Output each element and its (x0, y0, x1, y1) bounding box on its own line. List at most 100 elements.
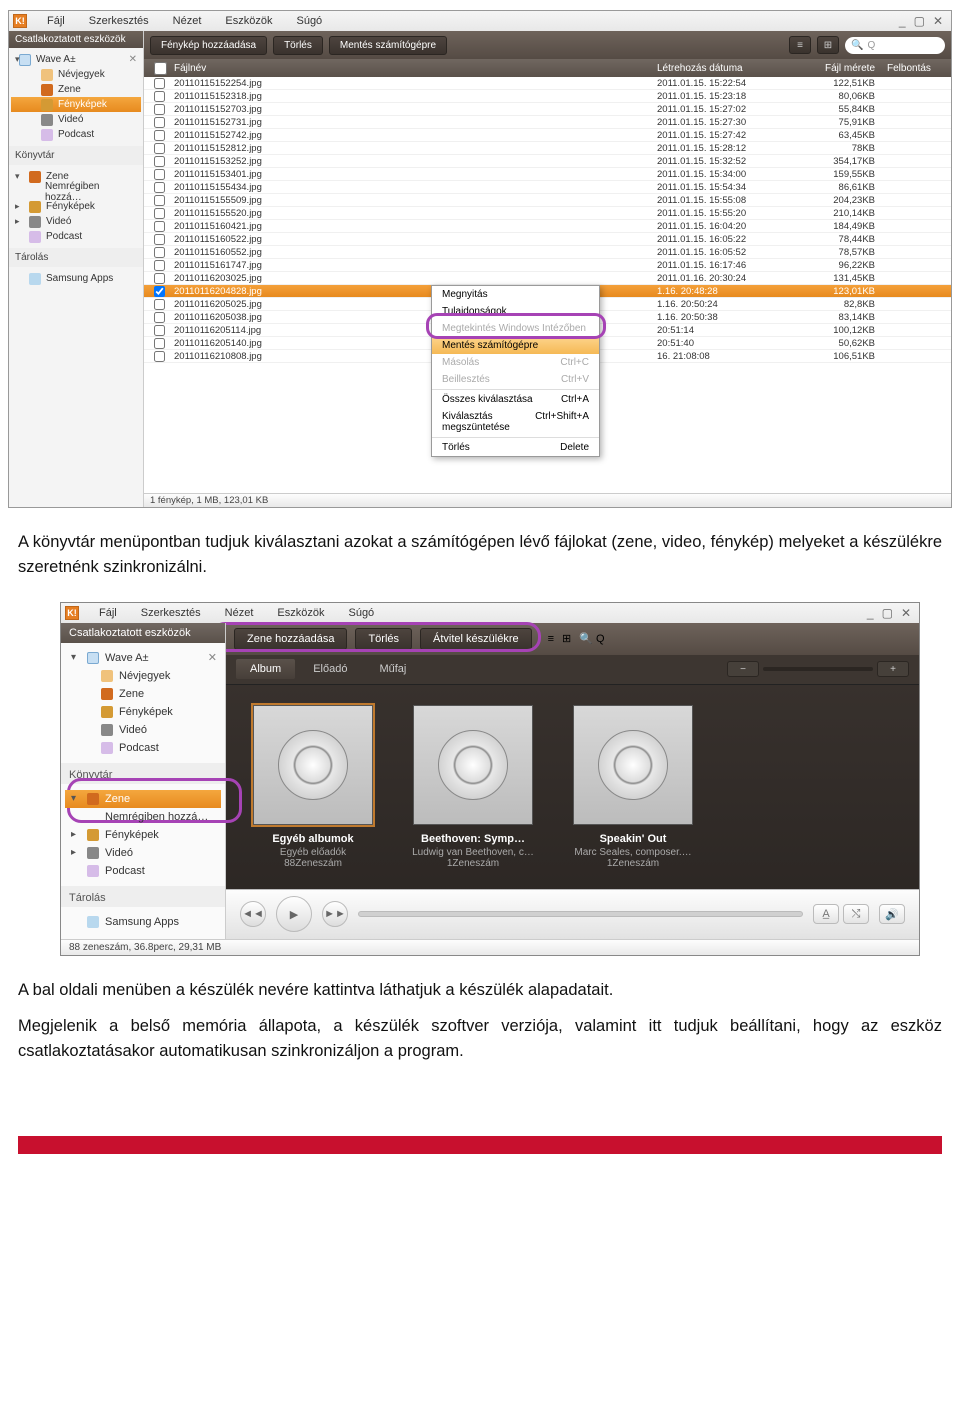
view-list-icon[interactable]: ≡ (789, 36, 811, 54)
next-button[interactable]: ►► (322, 901, 348, 927)
repeat-button[interactable]: A̲ (813, 904, 839, 924)
tab-genre[interactable]: Műfaj (365, 659, 420, 679)
table-row[interactable]: 20110115160421.jpg2011.01.15. 16:04:2018… (144, 220, 951, 233)
album-item[interactable]: Beethoven: Symp…Ludwig van Beethoven, c…… (408, 705, 538, 869)
library-item[interactable]: Nemrégiben hozzá… (65, 808, 221, 826)
context-menu-item[interactable]: Kiválasztás megszüntetéseCtrl+Shift+A (432, 408, 599, 436)
volume-button[interactable]: 🔊 (879, 904, 905, 924)
table-row[interactable]: 20110115161747.jpg2011.01.15. 16:17:4696… (144, 259, 951, 272)
menu-file[interactable]: Fájl (35, 13, 77, 29)
add-music-button[interactable]: Zene hozzáadása (234, 628, 347, 650)
sidebar-item-music[interactable]: Zene (11, 82, 141, 97)
library-item[interactable]: Nemrégiben hozzá… (11, 184, 141, 199)
table-row[interactable]: 20110115152254.jpg2011.01.15. 15:22:5412… (144, 77, 951, 90)
sidebar-item-podcast[interactable]: Podcast (65, 739, 221, 757)
delete-button[interactable]: Törlés (355, 628, 412, 650)
sidebar-item-contacts[interactable]: Névjegyek (11, 67, 141, 82)
table-row[interactable]: 20110115153252.jpg2011.01.15. 15:32:5235… (144, 155, 951, 168)
library-item[interactable]: Podcast (65, 862, 221, 880)
sidebar-item-contacts[interactable]: Névjegyek (65, 667, 221, 685)
play-button[interactable]: ▶ (276, 896, 312, 932)
context-menu-item[interactable]: TörlésDelete (432, 439, 599, 456)
tab-artist[interactable]: Előadó (299, 659, 361, 679)
search-input[interactable]: 🔍 Q (579, 632, 604, 645)
table-row[interactable]: 20110115152318.jpg2011.01.15. 15:23:1880… (144, 90, 951, 103)
table-row[interactable]: 20110115155520.jpg2011.01.15. 15:55:2021… (144, 207, 951, 220)
view-grid-icon[interactable]: ⊞ (562, 632, 571, 645)
storage-item[interactable]: Samsung Apps (65, 913, 221, 931)
col-date[interactable]: Létrehozás dátuma (651, 62, 811, 75)
album-cover[interactable] (253, 705, 373, 825)
minimize-icon[interactable]: _ (867, 606, 874, 620)
library-item[interactable]: ▸Fényképek (11, 199, 141, 214)
library-item[interactable]: ▾Zene (65, 790, 221, 808)
table-row[interactable]: 20110115152703.jpg2011.01.15. 15:27:0255… (144, 103, 951, 116)
prev-button[interactable]: ◄◄ (240, 901, 266, 927)
device-name[interactable]: Wave A± (105, 652, 149, 664)
delete-button[interactable]: Törlés (273, 36, 323, 55)
zoom-out-button[interactable]: − (727, 661, 759, 677)
menu-view[interactable]: Nézet (213, 605, 266, 621)
menu-help[interactable]: Súgó (336, 605, 386, 621)
save-to-pc-button[interactable]: Mentés számítógépre (329, 36, 447, 55)
device-name[interactable]: Wave A± (36, 54, 76, 65)
context-menu-item[interactable]: Összes kiválasztásaCtrl+A (432, 391, 599, 408)
row-checkbox[interactable] (154, 351, 165, 362)
view-list-icon[interactable]: ≡ (548, 633, 554, 645)
table-row[interactable]: 20110115153401.jpg2011.01.15. 15:34:0015… (144, 168, 951, 181)
sidebar-item-video[interactable]: Videó (11, 112, 141, 127)
table-row[interactable]: 20110115155434.jpg2011.01.15. 15:54:3486… (144, 181, 951, 194)
library-item[interactable]: ▸Fényképek (65, 826, 221, 844)
sidebar-item-photo[interactable]: Fényképek (11, 97, 141, 112)
album-item[interactable]: Speakin' OutMarc Seales, composer.…1Zene… (568, 705, 698, 869)
sidebar-device[interactable]: ▾Wave A±✕ (11, 52, 141, 67)
table-row[interactable]: 20110115155509.jpg2011.01.15. 15:55:0820… (144, 194, 951, 207)
close-icon[interactable]: ✕ (901, 606, 911, 620)
search-input[interactable]: 🔍Q (845, 37, 945, 54)
library-item[interactable]: ▸Videó (65, 844, 221, 862)
menu-help[interactable]: Súgó (284, 13, 334, 29)
maximize-icon[interactable]: ▢ (914, 14, 925, 28)
album-cover[interactable] (573, 705, 693, 825)
sidebar-device[interactable]: ▾Wave A±✕ (65, 649, 221, 667)
zoom-in-button[interactable]: + (877, 661, 909, 677)
album-item[interactable]: Egyéb albumokEgyéb előadók88Zeneszám (248, 705, 378, 869)
sidebar-item-photo[interactable]: Fényképek (65, 703, 221, 721)
menu-file[interactable]: Fájl (87, 605, 129, 621)
table-row[interactable]: 20110115152731.jpg2011.01.15. 15:27:3075… (144, 116, 951, 129)
col-size[interactable]: Fájl mérete (811, 62, 881, 75)
table-row[interactable]: 20110115152742.jpg2011.01.15. 15:27:4263… (144, 129, 951, 142)
table-row[interactable]: 20110115152812.jpg2011.01.15. 15:28:1278… (144, 142, 951, 155)
menu-view[interactable]: Nézet (161, 13, 214, 29)
menu-tools[interactable]: Eszközök (213, 13, 284, 29)
close-device-icon[interactable]: ✕ (129, 54, 137, 65)
shuffle-button[interactable]: ⤭ (843, 904, 869, 924)
table-row[interactable]: 20110115160552.jpg2011.01.15. 16:05:5278… (144, 246, 951, 259)
close-icon[interactable]: ✕ (933, 14, 943, 28)
library-item[interactable]: Podcast (11, 229, 141, 244)
sidebar-item-podcast[interactable]: Podcast (11, 127, 141, 142)
menu-edit[interactable]: Szerkesztés (129, 605, 213, 621)
context-menu-item[interactable]: Megnyitás (432, 286, 599, 303)
close-device-icon[interactable]: ✕ (208, 651, 217, 664)
col-resolution[interactable]: Felbontás (881, 62, 951, 75)
table-row[interactable]: 20110116203025.jpg2011.01.16. 20:30:2413… (144, 272, 951, 285)
tab-album[interactable]: Album (236, 659, 295, 679)
sidebar-item-music[interactable]: Zene (65, 685, 221, 703)
maximize-icon[interactable]: ▢ (882, 606, 893, 620)
album-cover[interactable] (413, 705, 533, 825)
menu-edit[interactable]: Szerkesztés (77, 13, 161, 29)
view-grid-icon[interactable]: ⊞ (817, 36, 839, 54)
table-row[interactable]: 20110115160522.jpg2011.01.15. 16:05:2278… (144, 233, 951, 246)
sidebar-item-video[interactable]: Videó (65, 721, 221, 739)
context-menu-item[interactable]: Mentés számítógépre (432, 337, 599, 354)
add-photo-button[interactable]: Fénykép hozzáadása (150, 36, 267, 55)
transfer-to-device-button[interactable]: Átvitel készülékre (420, 628, 532, 650)
storage-item[interactable]: Samsung Apps (11, 271, 141, 286)
col-filename[interactable]: Fájlnév (168, 62, 651, 75)
menu-tools[interactable]: Eszközök (265, 605, 336, 621)
zoom-slider[interactable] (763, 667, 873, 671)
progress-bar[interactable] (358, 911, 803, 917)
library-item[interactable]: ▸Videó (11, 214, 141, 229)
context-menu-item[interactable]: Tulajdonságok (432, 303, 599, 320)
